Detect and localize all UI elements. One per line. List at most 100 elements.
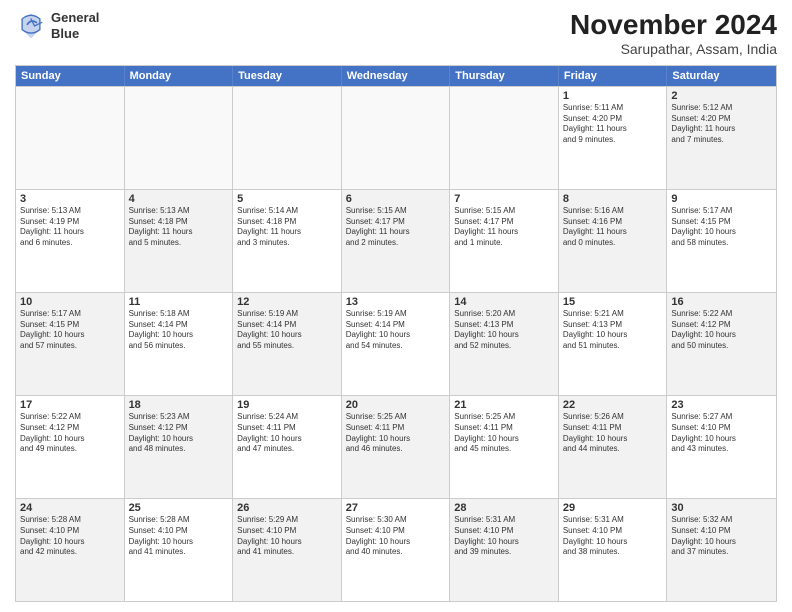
cal-cell-empty-3 bbox=[342, 87, 451, 189]
header-day-sunday: Sunday bbox=[16, 66, 125, 86]
header-day-thursday: Thursday bbox=[450, 66, 559, 86]
logo-text: General Blue bbox=[51, 10, 99, 41]
day-number: 12 bbox=[237, 296, 337, 308]
cal-cell-24: 24Sunrise: 5:28 AM Sunset: 4:10 PM Dayli… bbox=[16, 499, 125, 601]
cell-info: Sunrise: 5:28 AM Sunset: 4:10 PM Dayligh… bbox=[129, 515, 229, 558]
calendar-row-1: 3Sunrise: 5:13 AM Sunset: 4:19 PM Daylig… bbox=[16, 189, 776, 292]
cal-cell-10: 10Sunrise: 5:17 AM Sunset: 4:15 PM Dayli… bbox=[16, 293, 125, 395]
day-number: 26 bbox=[237, 502, 337, 514]
calendar-row-3: 17Sunrise: 5:22 AM Sunset: 4:12 PM Dayli… bbox=[16, 395, 776, 498]
calendar-body: 1Sunrise: 5:11 AM Sunset: 4:20 PM Daylig… bbox=[16, 86, 776, 601]
cell-info: Sunrise: 5:13 AM Sunset: 4:19 PM Dayligh… bbox=[20, 206, 120, 249]
cell-info: Sunrise: 5:32 AM Sunset: 4:10 PM Dayligh… bbox=[671, 515, 772, 558]
cal-cell-29: 29Sunrise: 5:31 AM Sunset: 4:10 PM Dayli… bbox=[559, 499, 668, 601]
main-title: November 2024 bbox=[570, 10, 777, 41]
day-number: 16 bbox=[671, 296, 772, 308]
cell-info: Sunrise: 5:31 AM Sunset: 4:10 PM Dayligh… bbox=[563, 515, 663, 558]
cal-cell-empty-0 bbox=[16, 87, 125, 189]
day-number: 4 bbox=[129, 193, 229, 205]
cal-cell-20: 20Sunrise: 5:25 AM Sunset: 4:11 PM Dayli… bbox=[342, 396, 451, 498]
cell-info: Sunrise: 5:13 AM Sunset: 4:18 PM Dayligh… bbox=[129, 206, 229, 249]
logo-icon bbox=[15, 10, 47, 42]
day-number: 14 bbox=[454, 296, 554, 308]
day-number: 25 bbox=[129, 502, 229, 514]
day-number: 17 bbox=[20, 399, 120, 411]
cal-cell-8: 8Sunrise: 5:16 AM Sunset: 4:16 PM Daylig… bbox=[559, 190, 668, 292]
cell-info: Sunrise: 5:26 AM Sunset: 4:11 PM Dayligh… bbox=[563, 412, 663, 455]
day-number: 18 bbox=[129, 399, 229, 411]
cell-info: Sunrise: 5:28 AM Sunset: 4:10 PM Dayligh… bbox=[20, 515, 120, 558]
header-day-saturday: Saturday bbox=[667, 66, 776, 86]
cal-cell-1: 1Sunrise: 5:11 AM Sunset: 4:20 PM Daylig… bbox=[559, 87, 668, 189]
day-number: 6 bbox=[346, 193, 446, 205]
header-day-tuesday: Tuesday bbox=[233, 66, 342, 86]
cell-info: Sunrise: 5:19 AM Sunset: 4:14 PM Dayligh… bbox=[237, 309, 337, 352]
day-number: 27 bbox=[346, 502, 446, 514]
cell-info: Sunrise: 5:15 AM Sunset: 4:17 PM Dayligh… bbox=[454, 206, 554, 249]
cal-cell-27: 27Sunrise: 5:30 AM Sunset: 4:10 PM Dayli… bbox=[342, 499, 451, 601]
cell-info: Sunrise: 5:30 AM Sunset: 4:10 PM Dayligh… bbox=[346, 515, 446, 558]
cell-info: Sunrise: 5:19 AM Sunset: 4:14 PM Dayligh… bbox=[346, 309, 446, 352]
day-number: 1 bbox=[563, 90, 663, 102]
cal-cell-9: 9Sunrise: 5:17 AM Sunset: 4:15 PM Daylig… bbox=[667, 190, 776, 292]
calendar-row-0: 1Sunrise: 5:11 AM Sunset: 4:20 PM Daylig… bbox=[16, 86, 776, 189]
cal-cell-11: 11Sunrise: 5:18 AM Sunset: 4:14 PM Dayli… bbox=[125, 293, 234, 395]
day-number: 15 bbox=[563, 296, 663, 308]
logo: General Blue bbox=[15, 10, 99, 42]
day-number: 19 bbox=[237, 399, 337, 411]
header-day-wednesday: Wednesday bbox=[342, 66, 451, 86]
header: General Blue November 2024 Sarupathar, A… bbox=[15, 10, 777, 57]
cal-cell-28: 28Sunrise: 5:31 AM Sunset: 4:10 PM Dayli… bbox=[450, 499, 559, 601]
cell-info: Sunrise: 5:29 AM Sunset: 4:10 PM Dayligh… bbox=[237, 515, 337, 558]
cal-cell-4: 4Sunrise: 5:13 AM Sunset: 4:18 PM Daylig… bbox=[125, 190, 234, 292]
cal-cell-25: 25Sunrise: 5:28 AM Sunset: 4:10 PM Dayli… bbox=[125, 499, 234, 601]
cal-cell-12: 12Sunrise: 5:19 AM Sunset: 4:14 PM Dayli… bbox=[233, 293, 342, 395]
calendar-row-4: 24Sunrise: 5:28 AM Sunset: 4:10 PM Dayli… bbox=[16, 498, 776, 601]
cell-info: Sunrise: 5:21 AM Sunset: 4:13 PM Dayligh… bbox=[563, 309, 663, 352]
day-number: 10 bbox=[20, 296, 120, 308]
cal-cell-18: 18Sunrise: 5:23 AM Sunset: 4:12 PM Dayli… bbox=[125, 396, 234, 498]
cal-cell-7: 7Sunrise: 5:15 AM Sunset: 4:17 PM Daylig… bbox=[450, 190, 559, 292]
cal-cell-2: 2Sunrise: 5:12 AM Sunset: 4:20 PM Daylig… bbox=[667, 87, 776, 189]
day-number: 2 bbox=[671, 90, 772, 102]
cell-info: Sunrise: 5:24 AM Sunset: 4:11 PM Dayligh… bbox=[237, 412, 337, 455]
cell-info: Sunrise: 5:27 AM Sunset: 4:10 PM Dayligh… bbox=[671, 412, 772, 455]
cal-cell-22: 22Sunrise: 5:26 AM Sunset: 4:11 PM Dayli… bbox=[559, 396, 668, 498]
day-number: 28 bbox=[454, 502, 554, 514]
calendar-row-2: 10Sunrise: 5:17 AM Sunset: 4:15 PM Dayli… bbox=[16, 292, 776, 395]
cal-cell-empty-2 bbox=[233, 87, 342, 189]
logo-line2: Blue bbox=[51, 26, 99, 42]
day-number: 21 bbox=[454, 399, 554, 411]
cell-info: Sunrise: 5:14 AM Sunset: 4:18 PM Dayligh… bbox=[237, 206, 337, 249]
day-number: 8 bbox=[563, 193, 663, 205]
cal-cell-5: 5Sunrise: 5:14 AM Sunset: 4:18 PM Daylig… bbox=[233, 190, 342, 292]
header-day-monday: Monday bbox=[125, 66, 234, 86]
cal-cell-14: 14Sunrise: 5:20 AM Sunset: 4:13 PM Dayli… bbox=[450, 293, 559, 395]
calendar: SundayMondayTuesdayWednesdayThursdayFrid… bbox=[15, 65, 777, 602]
title-block: November 2024 Sarupathar, Assam, India bbox=[570, 10, 777, 57]
cal-cell-empty-4 bbox=[450, 87, 559, 189]
cal-cell-15: 15Sunrise: 5:21 AM Sunset: 4:13 PM Dayli… bbox=[559, 293, 668, 395]
cal-cell-26: 26Sunrise: 5:29 AM Sunset: 4:10 PM Dayli… bbox=[233, 499, 342, 601]
cal-cell-3: 3Sunrise: 5:13 AM Sunset: 4:19 PM Daylig… bbox=[16, 190, 125, 292]
cal-cell-17: 17Sunrise: 5:22 AM Sunset: 4:12 PM Dayli… bbox=[16, 396, 125, 498]
cell-info: Sunrise: 5:15 AM Sunset: 4:17 PM Dayligh… bbox=[346, 206, 446, 249]
cell-info: Sunrise: 5:31 AM Sunset: 4:10 PM Dayligh… bbox=[454, 515, 554, 558]
cell-info: Sunrise: 5:20 AM Sunset: 4:13 PM Dayligh… bbox=[454, 309, 554, 352]
cell-info: Sunrise: 5:22 AM Sunset: 4:12 PM Dayligh… bbox=[671, 309, 772, 352]
day-number: 3 bbox=[20, 193, 120, 205]
day-number: 22 bbox=[563, 399, 663, 411]
calendar-header: SundayMondayTuesdayWednesdayThursdayFrid… bbox=[16, 66, 776, 86]
day-number: 13 bbox=[346, 296, 446, 308]
cal-cell-6: 6Sunrise: 5:15 AM Sunset: 4:17 PM Daylig… bbox=[342, 190, 451, 292]
cal-cell-21: 21Sunrise: 5:25 AM Sunset: 4:11 PM Dayli… bbox=[450, 396, 559, 498]
day-number: 23 bbox=[671, 399, 772, 411]
day-number: 30 bbox=[671, 502, 772, 514]
cell-info: Sunrise: 5:22 AM Sunset: 4:12 PM Dayligh… bbox=[20, 412, 120, 455]
day-number: 29 bbox=[563, 502, 663, 514]
cal-cell-16: 16Sunrise: 5:22 AM Sunset: 4:12 PM Dayli… bbox=[667, 293, 776, 395]
day-number: 9 bbox=[671, 193, 772, 205]
cell-info: Sunrise: 5:12 AM Sunset: 4:20 PM Dayligh… bbox=[671, 103, 772, 146]
cal-cell-13: 13Sunrise: 5:19 AM Sunset: 4:14 PM Dayli… bbox=[342, 293, 451, 395]
cell-info: Sunrise: 5:25 AM Sunset: 4:11 PM Dayligh… bbox=[454, 412, 554, 455]
